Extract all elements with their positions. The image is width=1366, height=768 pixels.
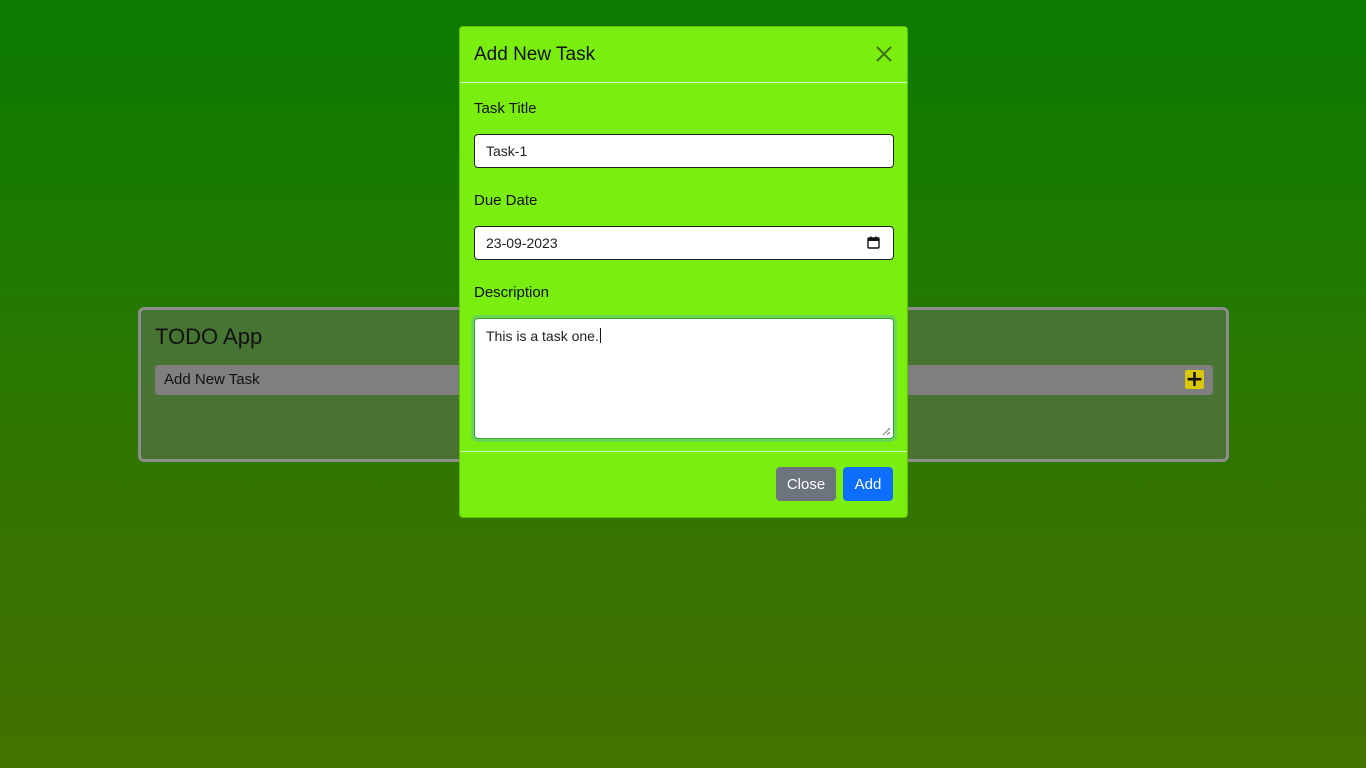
plus-icon[interactable]: +	[1185, 368, 1204, 390]
modal-title: Add New Task	[474, 44, 596, 65]
add-task-label: Add New Task	[164, 371, 260, 388]
task-title-input[interactable]: Task-1	[474, 134, 894, 168]
close-icon[interactable]	[873, 43, 895, 65]
modal-header: Add New Task	[460, 27, 907, 83]
calendar-icon[interactable]	[867, 236, 880, 249]
due-date-label: Due Date	[474, 192, 538, 209]
close-button[interactable]: Close	[776, 467, 836, 501]
description-label: Description	[474, 284, 550, 301]
text-caret	[599, 328, 601, 343]
app-title: TODO App	[155, 324, 263, 349]
modal-body: Task Title Task-1 Due Date 23-09-2023 De…	[460, 83, 907, 452]
task-title-label: Task Title	[474, 100, 537, 117]
description-textarea[interactable]: This is a task one.	[474, 318, 894, 439]
due-date-input[interactable]: 23-09-2023	[474, 226, 894, 260]
description-value: This is a task one.	[486, 328, 599, 344]
resize-grip-icon[interactable]	[882, 427, 891, 436]
modal-footer: Close Add	[460, 452, 907, 517]
add-task-modal: Add New Task Task Title Task-1 Due Date …	[459, 26, 908, 518]
due-date-value: 23-09-2023	[486, 235, 558, 251]
add-button[interactable]: Add	[843, 467, 893, 501]
